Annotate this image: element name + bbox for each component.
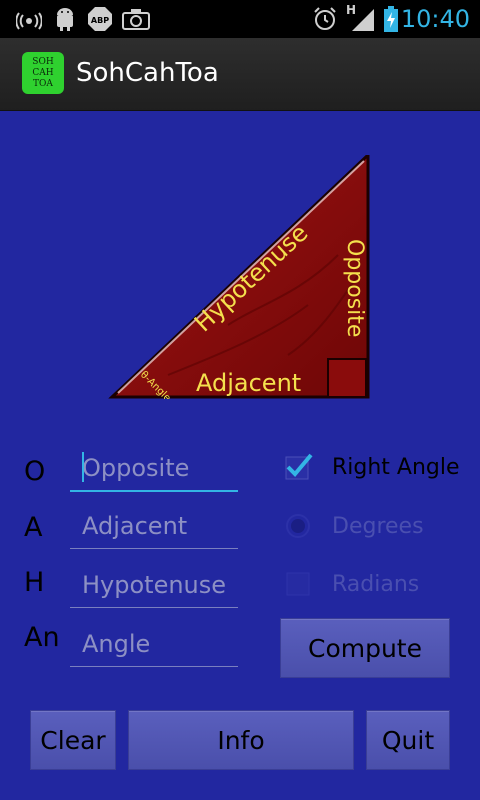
app-title: SohCahToa — [76, 58, 219, 88]
text-cursor — [82, 452, 84, 482]
right-angle-label: Right Angle — [332, 454, 460, 480]
opposite-field[interactable] — [70, 446, 238, 492]
hypotenuse-input[interactable] — [70, 563, 238, 607]
triangle-diagram: Hypotenuse Opposite Adjacent θ-Angle — [108, 155, 370, 399]
battery-icon — [382, 6, 400, 32]
signal-icon: H — [346, 3, 376, 31]
degrees-radio[interactable]: Degrees — [282, 506, 424, 546]
adjacent-text: Adjacent — [196, 369, 301, 397]
angle-input[interactable] — [70, 622, 238, 666]
radians-radio[interactable]: Radians — [282, 564, 419, 604]
quit-button[interactable]: Quit — [366, 710, 450, 770]
checkbox-checked-icon[interactable] — [282, 451, 314, 483]
main-content: Hypotenuse Opposite Adjacent θ-Angle O A… — [0, 111, 480, 800]
radians-label: Radians — [332, 571, 420, 597]
app-logo-line: TOA — [33, 79, 53, 89]
hypotenuse-short-label: H — [24, 567, 45, 598]
info-button[interactable]: Info — [128, 710, 354, 770]
radio-unselected-icon[interactable] — [282, 568, 314, 600]
status-time: 10:40 — [400, 5, 470, 33]
camera-icon — [122, 7, 150, 31]
alarm-icon — [312, 7, 338, 31]
adjacent-short-label: A — [24, 512, 43, 543]
right-angle-marker — [327, 358, 367, 398]
opposite-short-label: O — [24, 456, 46, 487]
radio-selected-icon[interactable] — [282, 510, 314, 542]
angle-short-label: An — [24, 622, 60, 653]
wifi-icon — [14, 7, 44, 31]
action-bar: SOH CAH TOA SohCahToa — [0, 38, 480, 112]
status-bar: ABP H 10:40 — [0, 0, 480, 38]
svg-text:ABP: ABP — [91, 16, 109, 25]
opposite-input[interactable] — [70, 446, 238, 490]
right-angle-checkbox[interactable]: Right Angle — [282, 447, 460, 487]
app-logo-icon[interactable]: SOH CAH TOA — [22, 52, 64, 94]
app-logo-line: SOH — [32, 57, 54, 67]
degrees-label: Degrees — [332, 513, 424, 539]
adblock-icon: ABP — [86, 7, 114, 31]
compute-button[interactable]: Compute — [280, 618, 450, 678]
app-logo-line: CAH — [32, 68, 54, 78]
adjacent-field[interactable] — [70, 504, 238, 549]
opposite-text: Opposite — [342, 239, 367, 337]
network-type-label: H — [346, 3, 357, 17]
android-debug-icon — [52, 7, 78, 31]
angle-field[interactable] — [70, 622, 238, 667]
hypotenuse-field[interactable] — [70, 563, 238, 608]
adjacent-input[interactable] — [70, 504, 238, 548]
clear-button[interactable]: Clear — [30, 710, 116, 770]
